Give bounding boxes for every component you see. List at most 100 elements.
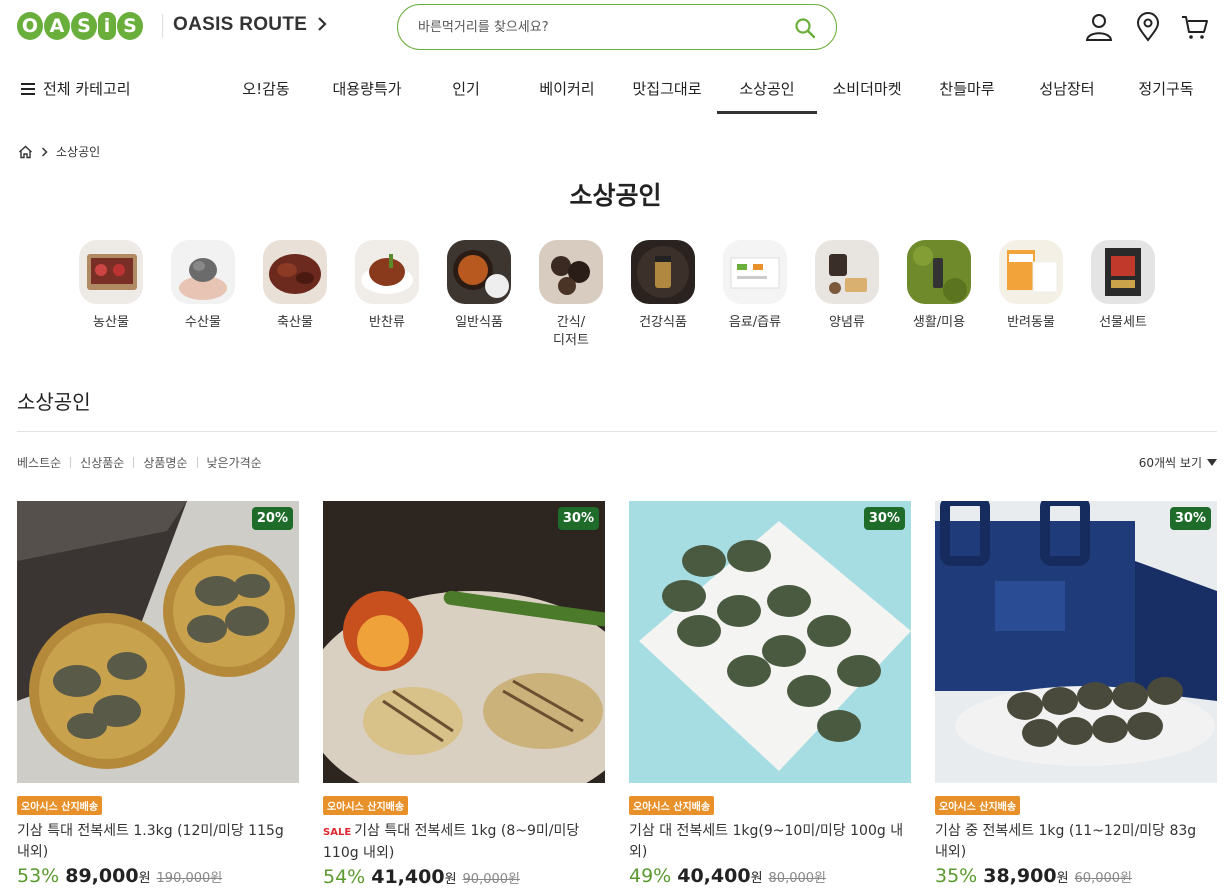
discount-rate: 35% <box>935 865 978 887</box>
category-label: 선물세트 <box>1099 315 1147 330</box>
product-card[interactable]: 20% 오아시스 산지배송 기삼 특대 전복세트 1.3kg (12미/미당 1… <box>17 501 299 887</box>
page-title: 소상공인 <box>569 181 662 210</box>
discount-badge: 20% <box>251 507 293 530</box>
divider <box>17 431 1217 432</box>
chevron-right-icon <box>318 17 327 31</box>
category-item-general-food[interactable]: 일반식품 <box>439 240 519 332</box>
category-label: 간식/ 디저트 <box>553 315 589 348</box>
discount-rate: 49% <box>629 865 672 887</box>
nav-item-popular[interactable]: 인기 <box>452 78 480 99</box>
category-label: 반찬류 <box>369 315 405 330</box>
original-price: 80,000원 <box>768 871 826 886</box>
nav-item-restaurant[interactable]: 맛집그대로 <box>632 78 701 99</box>
price-value: 38,900 <box>983 865 1057 887</box>
breadcrumb: 소상공인 <box>18 143 100 160</box>
category-item-snack[interactable]: 간식/ 디저트 <box>531 240 611 350</box>
hamburger-menu-icon <box>21 82 35 95</box>
price-value: 89,000 <box>65 865 139 887</box>
product-card[interactable]: 30% 오아시스 산지배송 SALE 기삼 특대 전복세트 1kg (8~9미/미… <box>323 501 605 888</box>
product-image[interactable]: 20% <box>17 501 299 783</box>
category-label: 생활/미용 <box>912 315 966 330</box>
nav-item-bakery[interactable]: 베이커리 <box>539 78 594 99</box>
site-header: O A S i S OASIS ROUTE <box>0 0 1231 56</box>
cart-icon[interactable] <box>1180 12 1210 42</box>
category-label: 건강식품 <box>639 315 687 330</box>
category-item-life-beauty[interactable]: 생활/미용 <box>899 240 979 332</box>
sale-price: 41,400원 <box>371 866 456 888</box>
price-unit: 원 <box>1056 871 1069 886</box>
sale-price: 89,000원 <box>65 865 150 887</box>
oasis-route-label: OASIS ROUTE <box>173 14 308 35</box>
oasis-logo[interactable]: O A S i S <box>17 12 143 40</box>
category-item-seafood[interactable]: 수산물 <box>163 240 243 332</box>
sort-name[interactable]: 상품명순 <box>143 454 187 471</box>
product-image[interactable]: 30% <box>935 501 1217 783</box>
original-price: 60,000원 <box>1074 871 1132 886</box>
all-categories-button[interactable]: 전체 카테고리 <box>21 78 131 99</box>
category-label: 일반식품 <box>455 315 503 330</box>
product-name[interactable]: 기삼 특대 전복세트 1.3kg (12미/미당 115g 내외) <box>17 821 292 863</box>
category-label: 반려동물 <box>1007 315 1055 330</box>
category-thumbnail <box>999 240 1063 304</box>
category-item-pet[interactable]: 반려동물 <box>991 240 1071 332</box>
category-thumbnail <box>263 240 327 304</box>
divider <box>70 457 72 468</box>
nav-item-seongnam[interactable]: 성남장터 <box>1039 78 1094 99</box>
price-value: 41,400 <box>371 866 445 888</box>
price-row: 35% 38,900원 60,000원 <box>935 865 1217 887</box>
search-input[interactable] <box>418 16 778 38</box>
product-name-text: 기삼 대 전복세트 1kg(9~10미/미당 100g 내외) <box>629 823 904 860</box>
product-card[interactable]: 30% 오아시스 산지배송 기삼 중 전복세트 1kg (11~12미/미당 8… <box>935 501 1217 887</box>
sort-lowest-price[interactable]: 낮은가격순 <box>207 454 262 471</box>
category-thumbnail <box>1091 240 1155 304</box>
home-icon[interactable] <box>18 145 33 159</box>
oasis-route-link[interactable]: OASIS ROUTE <box>173 14 327 36</box>
category-item-meat[interactable]: 축산물 <box>255 240 335 332</box>
nav-item-subscription[interactable]: 정기구독 <box>1138 78 1193 99</box>
breadcrumb-current[interactable]: 소상공인 <box>56 143 100 160</box>
sort-options: 베스트순 신상품순 상품명순 낮은가격순 <box>17 454 262 471</box>
category-item-drinks[interactable]: 음료/즙류 <box>715 240 795 332</box>
sort-best[interactable]: 베스트순 <box>17 454 61 471</box>
logo-divider <box>162 14 163 38</box>
price-unit: 원 <box>750 871 763 886</box>
sale-label: SALE <box>323 827 352 838</box>
nav-item-chandeul[interactable]: 찬들마루 <box>939 78 994 99</box>
nav-item-consumer-market[interactable]: 소비더마켓 <box>832 78 901 99</box>
category-item-health[interactable]: 건강식품 <box>623 240 703 332</box>
category-thumbnail <box>355 240 419 304</box>
nav-item-bulk-deal[interactable]: 대용량특가 <box>332 78 401 99</box>
product-name[interactable]: 기삼 대 전복세트 1kg(9~10미/미당 100g 내외) <box>629 821 904 863</box>
logo-letter: S <box>71 12 97 40</box>
location-pin-icon[interactable] <box>1133 12 1163 42</box>
category-item-agri[interactable]: 농산물 <box>71 240 151 332</box>
product-name[interactable]: 기삼 중 전복세트 1kg (11~12미/미당 83g 내외) <box>935 821 1210 863</box>
category-item-gift-set[interactable]: 선물세트 <box>1083 240 1163 332</box>
nav-active-indicator <box>717 111 817 114</box>
category-item-sidedish[interactable]: 반찬류 <box>347 240 427 332</box>
original-price: 90,000원 <box>462 872 520 887</box>
price-row: 54% 41,400원 90,000원 <box>323 866 605 888</box>
product-image[interactable]: 30% <box>629 501 911 783</box>
category-label: 음료/즙류 <box>728 315 782 330</box>
nav-item-small-business[interactable]: 소상공인 <box>739 78 794 99</box>
sort-newest[interactable]: 신상품순 <box>80 454 124 471</box>
nav-item-ogamdong[interactable]: 오!감동 <box>242 78 289 99</box>
product-card[interactable]: 30% 오아시스 산지배송 기삼 대 전복세트 1kg(9~10미/미당 100… <box>629 501 911 887</box>
caret-down-icon <box>1207 459 1217 466</box>
search-icon[interactable] <box>794 17 816 39</box>
category-label: 축산물 <box>277 315 313 330</box>
price-unit: 원 <box>444 872 457 887</box>
category-thumbnail <box>631 240 695 304</box>
per-page-select[interactable]: 60개씩 보기 <box>1139 454 1217 471</box>
section-title: 소상공인 <box>17 390 91 414</box>
category-thumbnail <box>447 240 511 304</box>
product-image[interactable]: 30% <box>323 501 605 783</box>
category-label: 양념류 <box>829 315 865 330</box>
category-thumbnail <box>171 240 235 304</box>
category-item-seasoning[interactable]: 양념류 <box>807 240 887 332</box>
user-icon[interactable] <box>1084 12 1114 42</box>
main-nav: 전체 카테고리 오!감동 대용량특가 인기 베이커리 맛집그대로 소상공인 소비… <box>0 62 1231 114</box>
product-name[interactable]: SALE 기삼 특대 전복세트 1kg (8~9미/미당 110g 내외) <box>323 821 598 864</box>
discount-badge: 30% <box>1169 507 1211 530</box>
